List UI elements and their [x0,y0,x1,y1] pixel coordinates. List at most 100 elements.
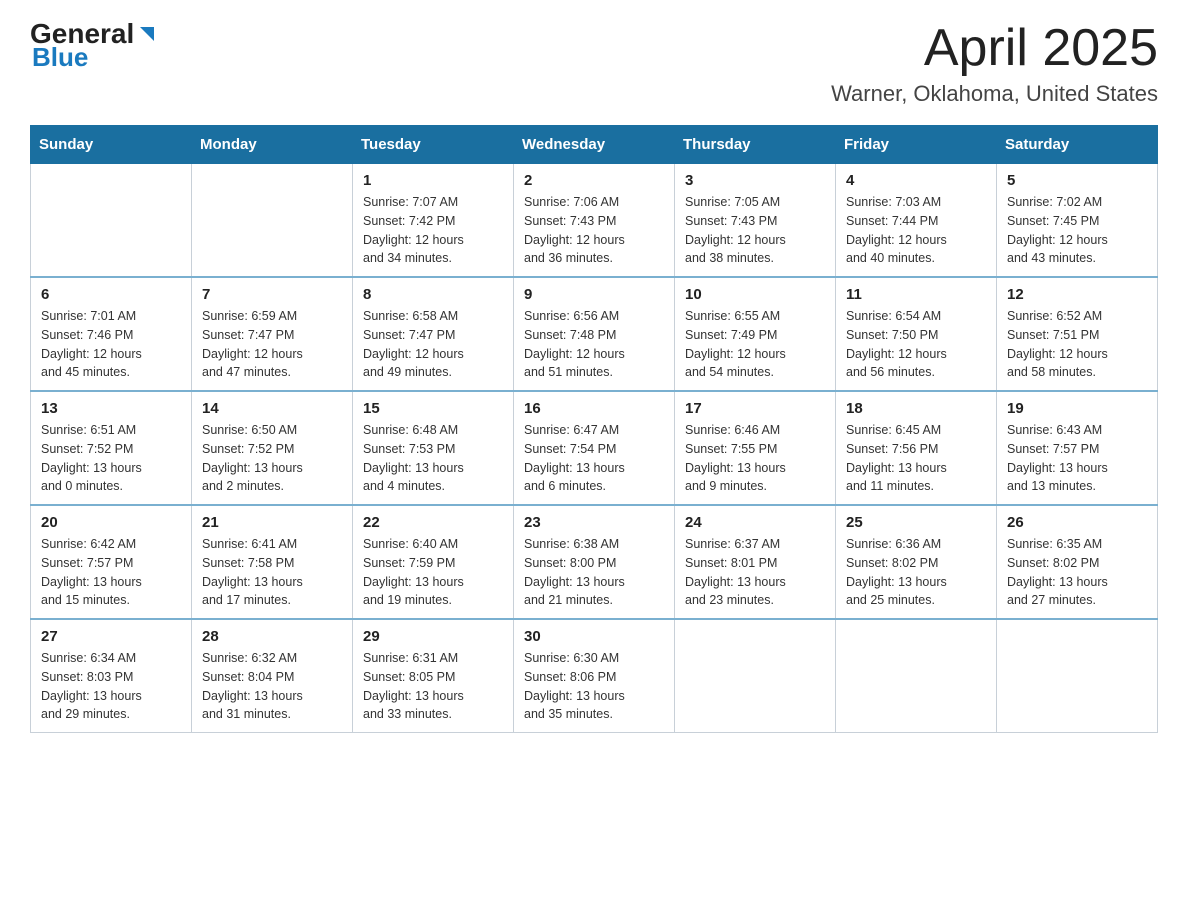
calendar-table: SundayMondayTuesdayWednesdayThursdayFrid… [30,125,1158,733]
day-number: 11 [846,286,986,303]
day-info: Sunrise: 7:02 AMSunset: 7:45 PMDaylight:… [1007,193,1147,268]
day-number: 28 [202,628,342,645]
day-number: 27 [41,628,181,645]
calendar-week-row: 1Sunrise: 7:07 AMSunset: 7:42 PMDaylight… [31,164,1158,278]
col-header-saturday: Saturday [997,126,1158,164]
day-info: Sunrise: 6:37 AMSunset: 8:01 PMDaylight:… [685,535,825,610]
day-number: 15 [363,400,503,417]
calendar-cell: 5 Sunrise: 7:02 AMSunset: 7:45 PMDaylight… [997,164,1158,278]
day-number: 20 [41,514,181,531]
day-number: 4 [846,172,986,189]
calendar-cell: 26 Sunrise: 6:35 AMSunset: 8:02 PMDayligh… [997,505,1158,619]
day-info: Sunrise: 6:48 AMSunset: 7:53 PMDaylight:… [363,421,503,496]
day-info: Sunrise: 6:34 AMSunset: 8:03 PMDaylight:… [41,649,181,724]
day-number: 18 [846,400,986,417]
day-number: 8 [363,286,503,303]
day-info: Sunrise: 6:36 AMSunset: 8:02 PMDaylight:… [846,535,986,610]
day-number: 2 [524,172,664,189]
day-info: Sunrise: 6:59 AMSunset: 7:47 PMDaylight:… [202,307,342,382]
day-number: 17 [685,400,825,417]
day-info: Sunrise: 6:41 AMSunset: 7:58 PMDaylight:… [202,535,342,610]
day-info: Sunrise: 6:38 AMSunset: 8:00 PMDaylight:… [524,535,664,610]
logo: General Blue [30,20,158,73]
calendar-cell: 10Sunrise: 6:55 AMSunset: 7:49 PMDayligh… [675,277,836,391]
calendar-cell: 24 Sunrise: 6:37 AMSunset: 8:01 PMDayligh… [675,505,836,619]
day-info: Sunrise: 6:35 AMSunset: 8:02 PMDaylight:… [1007,535,1147,610]
calendar-cell: 19 Sunrise: 6:43 AMSunset: 7:57 PMDayligh… [997,391,1158,505]
day-number: 12 [1007,286,1147,303]
day-number: 25 [846,514,986,531]
day-info: Sunrise: 6:45 AMSunset: 7:56 PMDaylight:… [846,421,986,496]
calendar-cell: 7 Sunrise: 6:59 AMSunset: 7:47 PMDaylight… [192,277,353,391]
day-info: Sunrise: 6:50 AMSunset: 7:52 PMDaylight:… [202,421,342,496]
day-number: 24 [685,514,825,531]
calendar-cell: 20 Sunrise: 6:42 AMSunset: 7:57 PMDayligh… [31,505,192,619]
calendar-cell: 3 Sunrise: 7:05 AMSunset: 7:43 PMDaylight… [675,164,836,278]
col-header-tuesday: Tuesday [353,126,514,164]
day-info: Sunrise: 6:40 AMSunset: 7:59 PMDaylight:… [363,535,503,610]
calendar-cell: 25 Sunrise: 6:36 AMSunset: 8:02 PMDayligh… [836,505,997,619]
calendar-cell [192,164,353,278]
calendar-cell: 17 Sunrise: 6:46 AMSunset: 7:55 PMDayligh… [675,391,836,505]
calendar-cell: 16Sunrise: 6:47 AMSunset: 7:54 PMDayligh… [514,391,675,505]
col-header-monday: Monday [192,126,353,164]
day-number: 19 [1007,400,1147,417]
calendar-cell: 28 Sunrise: 6:32 AMSunset: 8:04 PMDayligh… [192,619,353,733]
day-info: Sunrise: 6:31 AMSunset: 8:05 PMDaylight:… [363,649,503,724]
col-header-wednesday: Wednesday [514,126,675,164]
calendar-cell: 14 Sunrise: 6:50 AMSunset: 7:52 PMDayligh… [192,391,353,505]
day-info: Sunrise: 7:01 AMSunset: 7:46 PMDaylight:… [41,307,181,382]
day-info: Sunrise: 6:54 AMSunset: 7:50 PMDaylight:… [846,307,986,382]
calendar-cell: 21 Sunrise: 6:41 AMSunset: 7:58 PMDayligh… [192,505,353,619]
title-area: April 2025 Warner, Oklahoma, United Stat… [831,20,1158,107]
day-number: 14 [202,400,342,417]
calendar-header-row: SundayMondayTuesdayWednesdayThursdayFrid… [31,126,1158,164]
logo-arrow-icon [136,23,158,45]
day-info: Sunrise: 6:43 AMSunset: 7:57 PMDaylight:… [1007,421,1147,496]
col-header-thursday: Thursday [675,126,836,164]
day-number: 3 [685,172,825,189]
page-subtitle: Warner, Oklahoma, United States [831,81,1158,107]
calendar-week-row: 6 Sunrise: 7:01 AMSunset: 7:46 PMDaylight… [31,277,1158,391]
header: General Blue April 2025 Warner, Oklahoma… [30,20,1158,107]
day-number: 26 [1007,514,1147,531]
day-info: Sunrise: 7:05 AMSunset: 7:43 PMDaylight:… [685,193,825,268]
calendar-cell: 9 Sunrise: 6:56 AMSunset: 7:48 PMDaylight… [514,277,675,391]
day-number: 13 [41,400,181,417]
day-info: Sunrise: 6:56 AMSunset: 7:48 PMDaylight:… [524,307,664,382]
day-number: 30 [524,628,664,645]
day-info: Sunrise: 6:30 AMSunset: 8:06 PMDaylight:… [524,649,664,724]
day-number: 7 [202,286,342,303]
calendar-cell: 12Sunrise: 6:52 AMSunset: 7:51 PMDayligh… [997,277,1158,391]
calendar-cell: 2 Sunrise: 7:06 AMSunset: 7:43 PMDaylight… [514,164,675,278]
calendar-cell [836,619,997,733]
day-info: Sunrise: 7:06 AMSunset: 7:43 PMDaylight:… [524,193,664,268]
calendar-cell: 27 Sunrise: 6:34 AMSunset: 8:03 PMDayligh… [31,619,192,733]
day-info: Sunrise: 6:58 AMSunset: 7:47 PMDaylight:… [363,307,503,382]
calendar-cell [675,619,836,733]
calendar-week-row: 27 Sunrise: 6:34 AMSunset: 8:03 PMDayligh… [31,619,1158,733]
day-number: 22 [363,514,503,531]
day-info: Sunrise: 6:32 AMSunset: 8:04 PMDaylight:… [202,649,342,724]
page-title: April 2025 [831,20,1158,77]
calendar-cell: 4 Sunrise: 7:03 AMSunset: 7:44 PMDaylight… [836,164,997,278]
day-info: Sunrise: 7:03 AMSunset: 7:44 PMDaylight:… [846,193,986,268]
calendar-week-row: 20 Sunrise: 6:42 AMSunset: 7:57 PMDayligh… [31,505,1158,619]
day-number: 10 [685,286,825,303]
calendar-cell: 23Sunrise: 6:38 AMSunset: 8:00 PMDayligh… [514,505,675,619]
day-number: 5 [1007,172,1147,189]
col-header-sunday: Sunday [31,126,192,164]
day-number: 6 [41,286,181,303]
day-info: Sunrise: 6:47 AMSunset: 7:54 PMDaylight:… [524,421,664,496]
day-info: Sunrise: 6:51 AMSunset: 7:52 PMDaylight:… [41,421,181,496]
day-number: 1 [363,172,503,189]
calendar-cell [997,619,1158,733]
day-number: 21 [202,514,342,531]
day-number: 29 [363,628,503,645]
calendar-cell: 11 Sunrise: 6:54 AMSunset: 7:50 PMDayligh… [836,277,997,391]
calendar-cell: 13 Sunrise: 6:51 AMSunset: 7:52 PMDayligh… [31,391,192,505]
day-info: Sunrise: 6:42 AMSunset: 7:57 PMDaylight:… [41,535,181,610]
col-header-friday: Friday [836,126,997,164]
day-info: Sunrise: 6:46 AMSunset: 7:55 PMDaylight:… [685,421,825,496]
day-number: 9 [524,286,664,303]
